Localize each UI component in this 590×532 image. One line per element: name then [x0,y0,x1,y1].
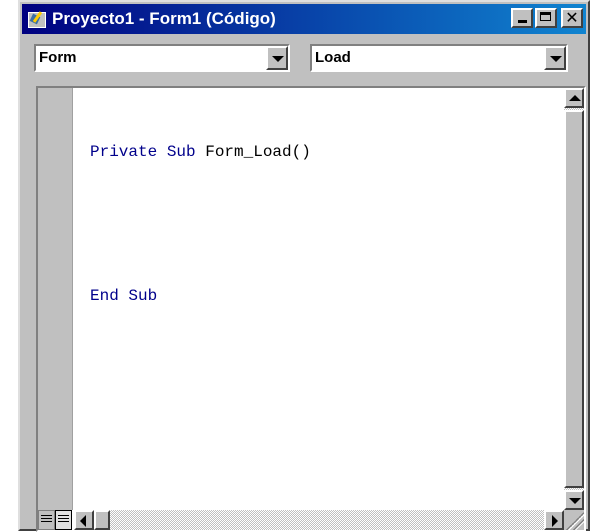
procedure-view-button[interactable] [38,510,55,530]
minimize-icon [518,20,527,23]
vertical-scroll-thumb[interactable] [564,110,584,488]
full-module-view-button[interactable] [55,510,72,530]
object-dropdown-value: Form [39,49,77,66]
bottom-bar [38,510,584,530]
scroll-down-button[interactable] [564,490,584,510]
margin-indicator-bar[interactable] [38,88,73,510]
maximize-icon [540,12,551,21]
full-module-view-icon [58,515,69,524]
procedure-view-icon [41,515,52,524]
code-window: Proyecto1 - Form1 (Código) ✕ Form Load P… [18,0,590,532]
procedure-dropdown-button[interactable] [544,46,566,70]
procedure-dropdown[interactable]: Load [310,44,568,72]
chevron-down-icon [272,56,284,62]
arrow-down-icon [569,498,581,504]
close-icon: ✕ [565,8,579,27]
arrow-left-icon [80,515,86,527]
vertical-scrollbar[interactable] [564,88,584,510]
arrow-right-icon [552,515,558,527]
maximize-button[interactable] [535,8,557,28]
minimize-button[interactable] [511,8,533,28]
object-dropdown[interactable]: Form [34,44,290,72]
close-button[interactable]: ✕ [561,8,583,28]
vb-code-window-icon[interactable] [27,9,47,29]
horizontal-scroll-thumb[interactable] [94,510,110,530]
code-identifier: Form_Load() [205,143,311,161]
scroll-right-button[interactable] [544,510,564,530]
arrow-up-icon [569,95,581,101]
procedure-dropdown-value: Load [315,49,351,66]
scroll-left-button[interactable] [74,510,94,530]
code-keyword: Private Sub [90,143,206,161]
code-line[interactable]: Private Sub Form_Load() [90,140,311,164]
window-controls: ✕ [509,8,583,28]
code-line[interactable]: End Sub [90,284,311,308]
resize-grip[interactable] [564,510,584,530]
horizontal-scrollbar[interactable] [74,510,564,530]
scroll-up-button[interactable] [564,88,584,108]
code-text[interactable]: Private Sub Form_Load() ​ End Sub [90,92,311,356]
title-bar[interactable]: Proyecto1 - Form1 (Código) ✕ [22,4,586,34]
code-keyword: End Sub [90,287,158,305]
code-editor[interactable]: Private Sub Form_Load() ​ End Sub [36,86,586,532]
window-title: Proyecto1 - Form1 (Código) [52,9,276,28]
chevron-down-icon [550,56,562,62]
code-line[interactable]: ​ [90,212,311,236]
object-dropdown-button[interactable] [266,46,288,70]
